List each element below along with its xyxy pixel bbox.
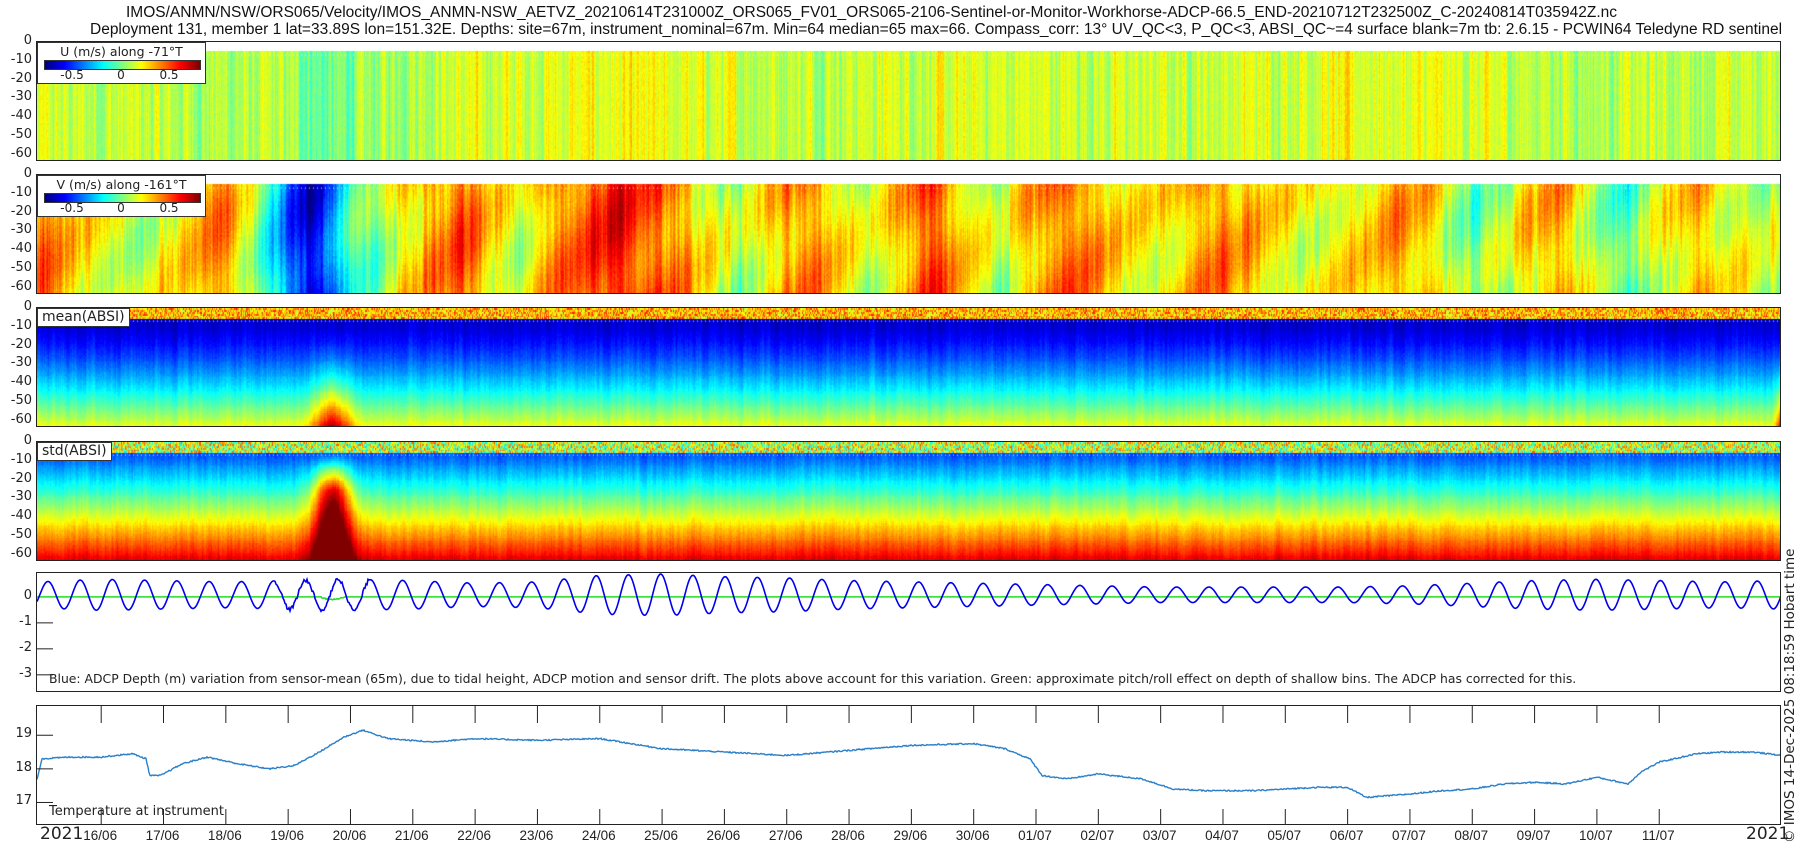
x-tick-label: 22/06 (457, 828, 492, 843)
heatmap-0 (37, 42, 1780, 160)
y-tick-label: -60 (10, 145, 32, 161)
y-tick-label: -30 (10, 355, 32, 371)
colorbar-tick-label: 0 (117, 68, 125, 82)
colorbar-tick-label: -0.5 (60, 68, 84, 82)
x-axis-year-left: 2021 (40, 824, 84, 844)
x-tick-label: 27/06 (768, 828, 803, 843)
x-tick-label: 01/07 (1018, 828, 1052, 843)
y-tick-label: 0 (23, 433, 32, 448)
temperature-line (37, 728, 1780, 799)
y-tick-label: 17 (15, 793, 32, 809)
chart-panel-temperature-at-instrument (36, 705, 1781, 825)
x-tick-label: 23/06 (519, 828, 554, 843)
colorbar-title: U (m/s) along -71°T (60, 44, 183, 59)
x-tick-label: 05/07 (1267, 828, 1302, 843)
colorbar-tick-label: -0.5 (60, 201, 84, 215)
plot-title-line-1: IMOS/ANMN/NSW/ORS065/Velocity/IMOS_ANMN-… (126, 4, 1618, 21)
x-tick-label: 17/06 (145, 828, 180, 843)
x-tick-label: 03/07 (1142, 828, 1177, 843)
colorbar-tick-label: 0.5 (159, 68, 179, 82)
heatmap-1 (37, 175, 1780, 293)
y-tick-label: -40 (10, 241, 32, 256)
x-axis-year-right: 2021 (1746, 824, 1790, 844)
y-tick-label: -40 (10, 108, 32, 123)
y-tick-label: -3 (19, 665, 32, 681)
y-tick-label: -10 (10, 51, 32, 67)
x-tick-label: 09/07 (1516, 828, 1551, 843)
y-tick-label: -30 (10, 489, 32, 505)
y-tick-label: -50 (10, 526, 32, 542)
panel-label: std(ABSI) (37, 442, 112, 461)
x-tick-label: 26/06 (706, 828, 741, 843)
y-tick-label: 0 (23, 587, 32, 603)
y-tick-label: -50 (10, 126, 32, 142)
copyright-timestamp: © IMOS 14-Dec-2025 08:18:59 Hobart time (1782, 548, 1798, 843)
temperature-plot (37, 706, 1780, 824)
chart-panel-u (36, 41, 1781, 161)
heatmap-2 (37, 308, 1780, 426)
colorbar-title: V (m/s) along -161°T (56, 177, 187, 192)
plot-title-line-2: Deployment 131, member 1 lat=33.89S lon=… (90, 21, 1783, 38)
y-tick-label: -20 (10, 70, 32, 86)
x-tick-label: 08/07 (1454, 828, 1489, 843)
colorbar-tick-label: 0.5 (159, 201, 179, 215)
y-tick-label: 18 (15, 759, 32, 775)
colorbar-legend-u: U (m/s) along -71°T -0.5 0 0.5 (37, 42, 206, 84)
y-tick-label: -20 (10, 336, 32, 352)
y-tick-label: -40 (10, 508, 32, 523)
depth-panel-caption: Blue: ADCP Depth (m) variation from sens… (49, 671, 1577, 686)
y-tick-label: 19 (15, 726, 32, 742)
x-tick-label: 18/06 (207, 828, 242, 843)
y-tick-label: -20 (10, 470, 32, 486)
x-tick-label: 25/06 (644, 828, 678, 843)
y-tick-label: -30 (10, 222, 32, 238)
temperature-panel-label: Temperature at instrument (49, 804, 224, 819)
x-tick-label: 07/07 (1392, 828, 1426, 843)
y-tick-label: -30 (10, 89, 32, 105)
y-tick-label: -10 (10, 317, 32, 333)
panel-label: mean(ABSI) (37, 308, 130, 327)
x-tick-label: 28/06 (831, 828, 865, 843)
x-tick-label: 06/07 (1329, 828, 1364, 843)
x-tick-label: 20/06 (332, 828, 367, 843)
x-tick-label: 02/07 (1080, 828, 1115, 843)
y-tick-label: -2 (19, 639, 32, 655)
x-tick-label: 11/07 (1641, 828, 1675, 843)
x-tick-label: 16/06 (83, 828, 118, 843)
x-tick-label: 19/06 (270, 828, 305, 843)
x-tick-label: 24/06 (581, 828, 616, 843)
x-tick-label: 10/07 (1578, 828, 1613, 843)
y-tick-label: 0 (23, 299, 32, 314)
y-tick-label: -60 (10, 411, 32, 427)
y-tick-label: -10 (10, 451, 32, 467)
x-tick-label: 29/06 (893, 828, 928, 843)
colorbar-legend-v: V (m/s) along -161°T -0.5 0 0.5 (37, 175, 206, 217)
x-tick-label: 21/06 (394, 828, 429, 843)
heatmap-3 (37, 442, 1780, 560)
y-tick-label: -20 (10, 203, 32, 219)
chart-panel-v (36, 174, 1781, 294)
x-tick-label: 30/06 (955, 828, 990, 843)
y-tick-label: -60 (10, 278, 32, 294)
y-tick-label: -40 (10, 374, 32, 389)
chart-panel-std-absi- (36, 441, 1781, 561)
colorbar-tick-label: 0 (117, 201, 125, 215)
y-tick-label: -60 (10, 545, 32, 561)
y-tick-label: -10 (10, 184, 32, 200)
y-tick-label: 0 (23, 166, 32, 181)
y-tick-label: -50 (10, 259, 32, 275)
x-tick-label: 04/07 (1205, 828, 1239, 843)
chart-panel-mean-absi- (36, 307, 1781, 427)
adcp-depth-variation-line (37, 573, 1780, 617)
y-tick-label: 0 (23, 33, 32, 48)
y-tick-label: -50 (10, 392, 32, 408)
y-tick-label: -1 (19, 613, 32, 629)
